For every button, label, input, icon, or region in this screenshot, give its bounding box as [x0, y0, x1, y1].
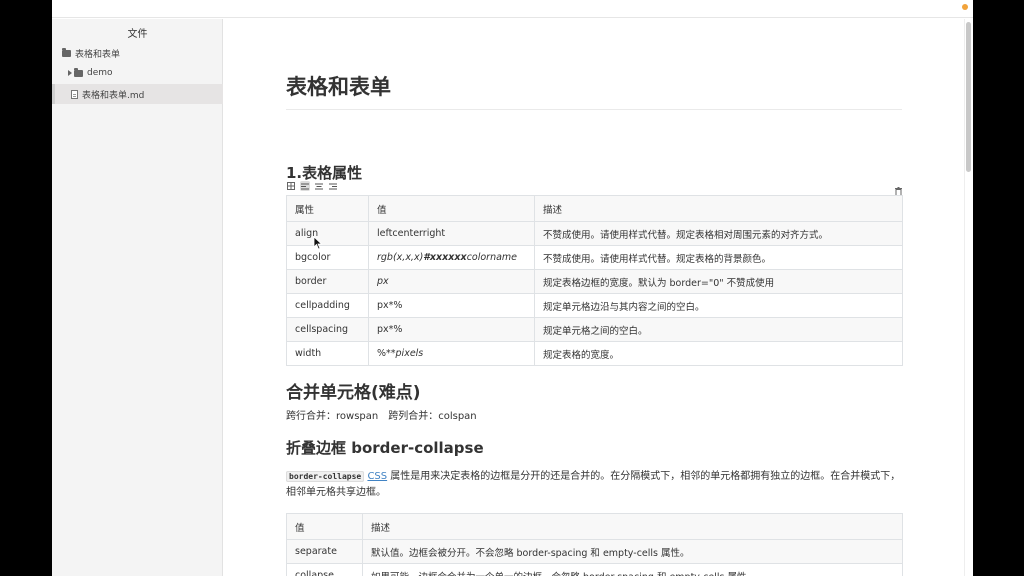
table-row: cellpadding px*% 规定单元格边沿与其内容之间的空白。	[286, 293, 903, 318]
cell-text: %**	[377, 348, 396, 359]
trash-icon[interactable]	[895, 181, 902, 197]
table-cell[interactable]: 规定单元格边沿与其内容之间的空白。	[534, 293, 903, 318]
table-cell[interactable]: px*%	[368, 317, 535, 342]
section-heading-merge-cells: 合并单元格(难点)	[286, 383, 421, 403]
css-link[interactable]: CSS	[367, 471, 387, 482]
table-cell[interactable]: width	[286, 341, 369, 366]
sidebar-title: 文件	[127, 29, 148, 40]
editor-content[interactable]: 表格和表单 1.表格属性 属性 值 描述 align leftcenterrig…	[224, 19, 964, 576]
align-center-icon[interactable]	[314, 181, 324, 191]
tree-item-label: demo	[87, 68, 113, 78]
align-right-icon[interactable]	[328, 181, 338, 191]
table-cell[interactable]: collapse	[286, 563, 363, 576]
tree-item-label: 表格和表单	[75, 49, 121, 60]
table-header-cell[interactable]: 描述	[534, 195, 903, 222]
scrollbar-thumb[interactable]	[966, 22, 971, 172]
table-header-cell[interactable]: 值	[368, 195, 535, 222]
table-header-cell[interactable]: 值	[286, 513, 363, 540]
table-cell[interactable]: px*%	[368, 293, 535, 318]
table-attributes[interactable]: 属性 值 描述 align leftcenterright 不赞成使用。请使用样…	[286, 195, 903, 366]
cell-text-italic: rgb(x,x,x)	[377, 252, 424, 263]
table-row: cellspacing px*% 规定单元格之间的空白。	[286, 317, 903, 342]
table-row: align leftcenterright 不赞成使用。请使用样式代替。规定表格…	[286, 221, 903, 246]
table-row: collapse 如果可能，边框会合并为一个单一的边框。会忽略 border-s…	[286, 563, 903, 576]
table-row: separate 默认值。边框会被分开。不会忽略 border-spacing …	[286, 539, 903, 564]
table-cell[interactable]: px	[368, 269, 535, 294]
chevron-right-icon[interactable]	[66, 70, 74, 76]
window-status-dot[interactable]	[962, 4, 968, 10]
app-window: 文件 表格和表单 demo 表格和表单.md 表格和表单 1.表格属性 属性 值…	[52, 0, 973, 576]
doc-title: 表格和表单	[286, 71, 902, 110]
file-sidebar: 文件 表格和表单 demo 表格和表单.md	[52, 19, 223, 576]
active-indicator	[52, 84, 55, 104]
table-header-cell[interactable]: 属性	[286, 195, 369, 222]
table-cell[interactable]: rgb(x,x,x)#xxxxxxcolorname	[368, 245, 535, 270]
table-cell[interactable]: separate	[286, 539, 363, 564]
tree-item-root-folder[interactable]: 表格和表单	[52, 43, 223, 63]
table-header-cell[interactable]: 描述	[362, 513, 903, 540]
merge-cells-text: 跨行合并：rowspan 跨列合并：colspan	[286, 411, 477, 422]
border-collapse-paragraph: border-collapse CSS 属性是用来决定表格的边框是分开的还是合并…	[286, 469, 903, 501]
cell-text-italic: pixels	[395, 348, 424, 359]
align-left-icon[interactable]	[300, 181, 310, 191]
table-cell[interactable]: leftcenterright	[368, 221, 535, 246]
section-heading-border-collapse: 折叠边框 border-collapse	[286, 439, 484, 457]
table-cell[interactable]: 不赞成使用。请使用样式代替。规定表格的背景颜色。	[534, 245, 903, 270]
table-header-row: 属性 值 描述	[286, 195, 903, 222]
table-cell[interactable]: %**pixels	[368, 341, 535, 366]
table-grid-icon[interactable]	[286, 181, 296, 191]
table-cell[interactable]: bgcolor	[286, 245, 369, 270]
table-header-row: 值 描述	[286, 513, 903, 540]
table-cell[interactable]: cellspacing	[286, 317, 369, 342]
tree-item-label: 表格和表单.md	[82, 90, 145, 101]
table-row: width %**pixels 规定表格的宽度。	[286, 341, 903, 366]
table-border-collapse[interactable]: 值 描述 separate 默认值。边框会被分开。不会忽略 border-spa…	[286, 513, 903, 576]
cell-text-bold-italic: #xxxxxx	[423, 252, 467, 263]
title-bar	[52, 0, 973, 18]
table-row: border px 规定表格边框的宽度。默认为 border="0" 不赞成使用	[286, 269, 903, 294]
table-cell[interactable]: align	[286, 221, 369, 246]
table-cell[interactable]: 默认值。边框会被分开。不会忽略 border-spacing 和 empty-c…	[362, 539, 903, 564]
tree-item-md-file[interactable]: 表格和表单.md	[52, 84, 223, 104]
inline-code: border-collapse	[286, 471, 365, 482]
table-cell[interactable]: 如果可能，边框会合并为一个单一的边框。会忽略 border-spacing 和 …	[362, 563, 903, 576]
folder-icon	[74, 67, 83, 77]
table-cell[interactable]: 规定单元格之间的空白。	[534, 317, 903, 342]
table-toolbar	[286, 180, 338, 192]
tree-item-demo-folder[interactable]: demo	[52, 63, 223, 83]
table-cell[interactable]: cellpadding	[286, 293, 369, 318]
folder-icon	[62, 47, 71, 57]
table-cell[interactable]: 不赞成使用。请使用样式代替。规定表格相对周围元素的对齐方式。	[534, 221, 903, 246]
table-cell[interactable]: border	[286, 269, 369, 294]
file-icon	[71, 89, 78, 99]
mouse-cursor-icon	[313, 236, 323, 250]
table-cell[interactable]: 规定表格边框的宽度。默认为 border="0" 不赞成使用	[534, 269, 903, 294]
cell-text-italic: colorname	[466, 252, 518, 263]
table-row: bgcolor rgb(x,x,x)#xxxxxxcolorname 不赞成使用…	[286, 245, 903, 270]
table-cell[interactable]: 规定表格的宽度。	[534, 341, 903, 366]
